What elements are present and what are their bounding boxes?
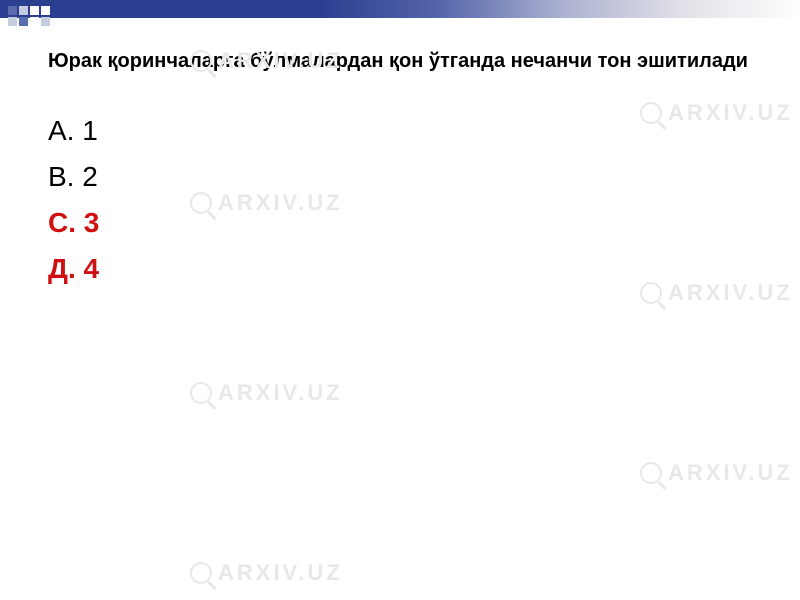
corner-decoration: [8, 6, 52, 26]
watermark: ARXIV.UZ: [190, 560, 343, 586]
decor-square: [8, 6, 17, 15]
decor-square: [30, 17, 39, 26]
decor-square: [41, 6, 50, 15]
magnifier-icon: [640, 462, 662, 484]
magnifier-icon: [190, 382, 212, 404]
watermark: ARXIV.UZ: [640, 460, 793, 486]
decor-square: [19, 17, 28, 26]
option-d: Д. 4: [48, 253, 752, 285]
options-list: А. 1 В. 2 С. 3 Д. 4: [48, 115, 752, 285]
question-text: Юрак қоринчаларга бўлмалардан қон ўтганд…: [48, 48, 752, 75]
watermark: ARXIV.UZ: [190, 380, 343, 406]
decor-square: [41, 17, 50, 26]
option-c: С. 3: [48, 207, 752, 239]
option-a: А. 1: [48, 115, 752, 147]
decor-square: [19, 6, 28, 15]
decor-square: [30, 6, 39, 15]
magnifier-icon: [190, 562, 212, 584]
top-border-bar: [0, 0, 800, 18]
option-b: В. 2: [48, 161, 752, 193]
content-area: Юрак қоринчаларга бўлмалардан қон ўтганд…: [0, 18, 800, 315]
watermark-text: ARXIV.UZ: [218, 380, 343, 406]
watermark-text: ARXIV.UZ: [668, 460, 793, 486]
decor-square: [8, 17, 17, 26]
watermark-text: ARXIV.UZ: [218, 560, 343, 586]
